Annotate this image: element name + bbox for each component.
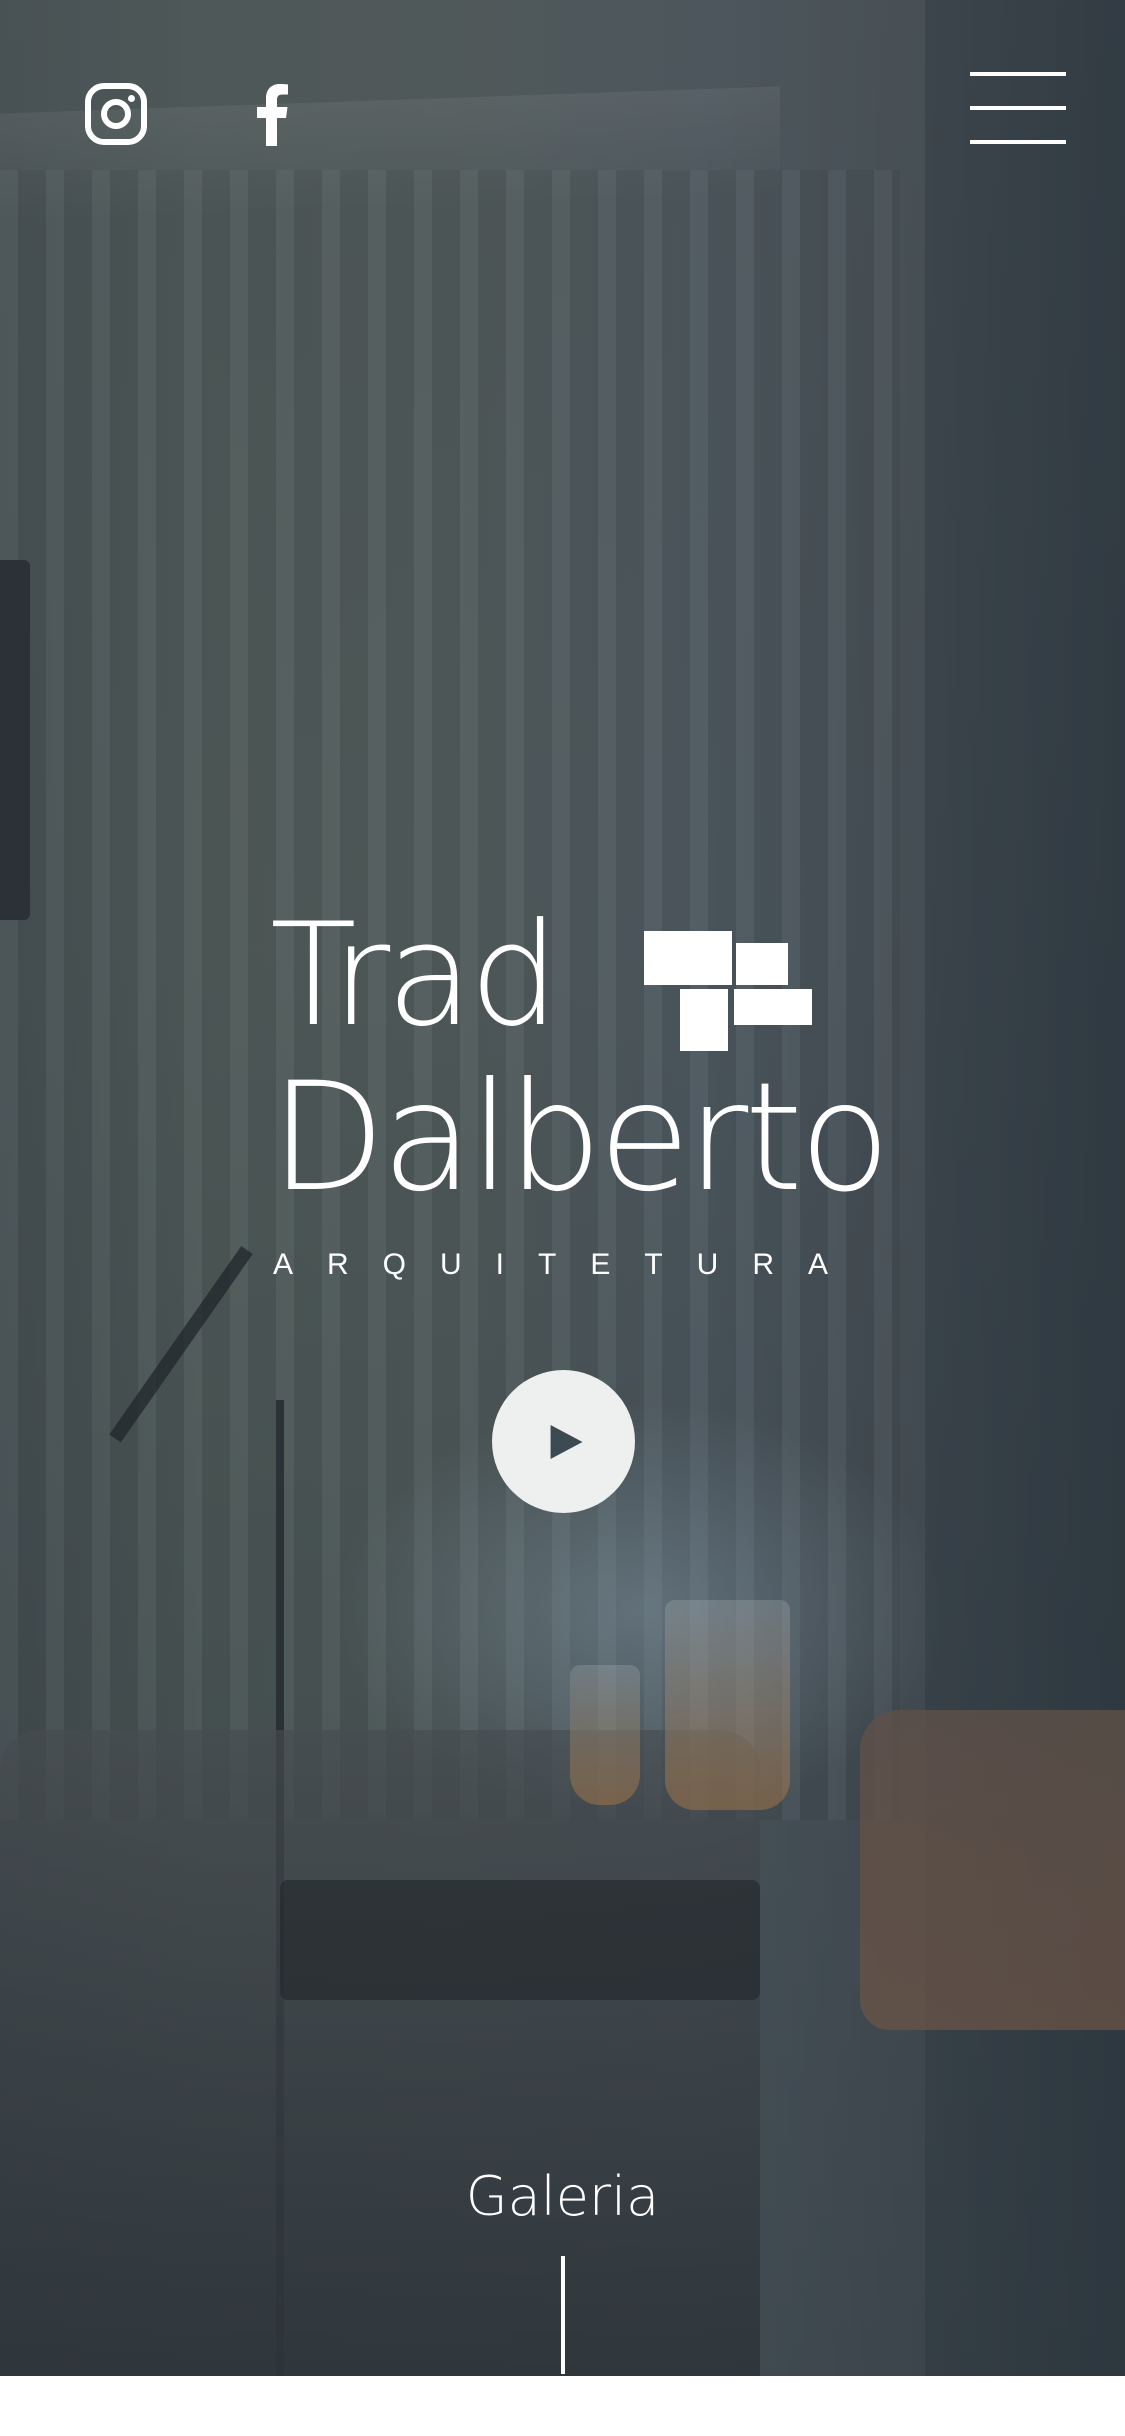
play-video-button[interactable] xyxy=(492,1370,635,1513)
vase xyxy=(665,1600,790,1810)
logo-tagline: ARQUITETURA xyxy=(273,1248,863,1281)
play-icon xyxy=(550,1424,583,1459)
facebook-icon[interactable] xyxy=(255,82,289,146)
bottom-white-bar xyxy=(0,2376,1125,2436)
logo-blocks-mark xyxy=(644,931,812,1051)
sofa xyxy=(0,1730,760,2376)
menu-icon[interactable] xyxy=(970,70,1066,146)
galeria-link[interactable]: Galeria xyxy=(0,2165,1125,2228)
vase xyxy=(570,1665,640,1805)
armchair xyxy=(860,1710,1125,2030)
logo-line-dalberto: Dalberto xyxy=(270,1051,891,1225)
logo-line-trad: Trad xyxy=(270,893,559,1058)
instagram-icon[interactable] xyxy=(84,82,148,146)
brand-logo[interactable]: Trad Dalberto ARQUITETURA xyxy=(270,893,891,1290)
lamp-shade xyxy=(0,560,30,920)
coffee-table xyxy=(280,1880,760,2000)
scroll-indicator-line xyxy=(561,2256,565,2374)
